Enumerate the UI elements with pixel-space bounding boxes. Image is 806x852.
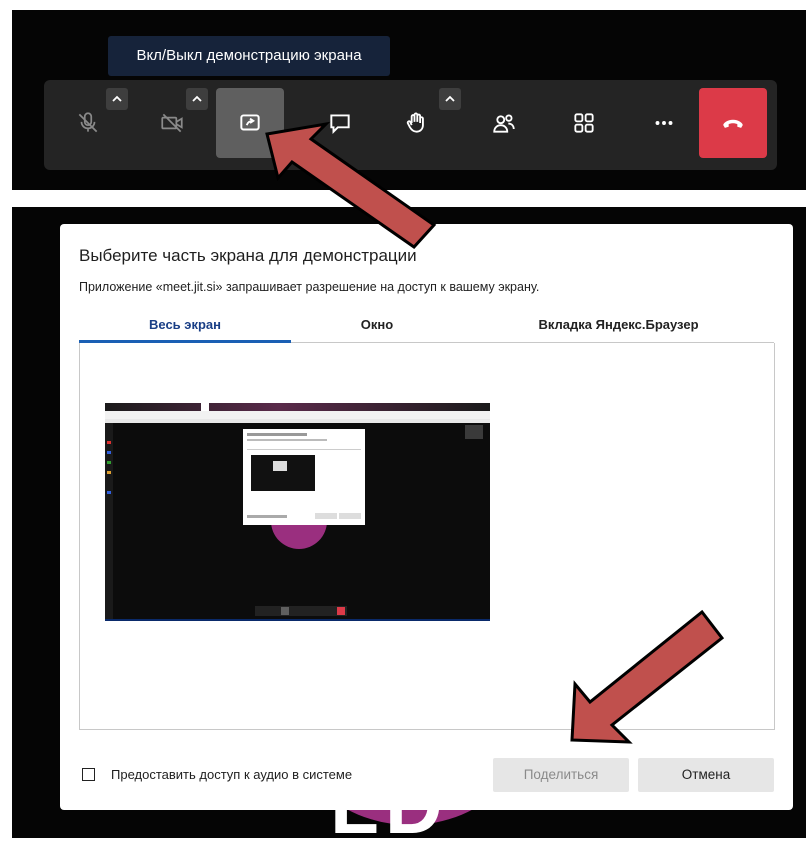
- annotation-arrow-toolbar: [265, 121, 437, 249]
- annotation-arrows: [265, 121, 725, 744]
- annotation-arrow-share: [570, 609, 725, 744]
